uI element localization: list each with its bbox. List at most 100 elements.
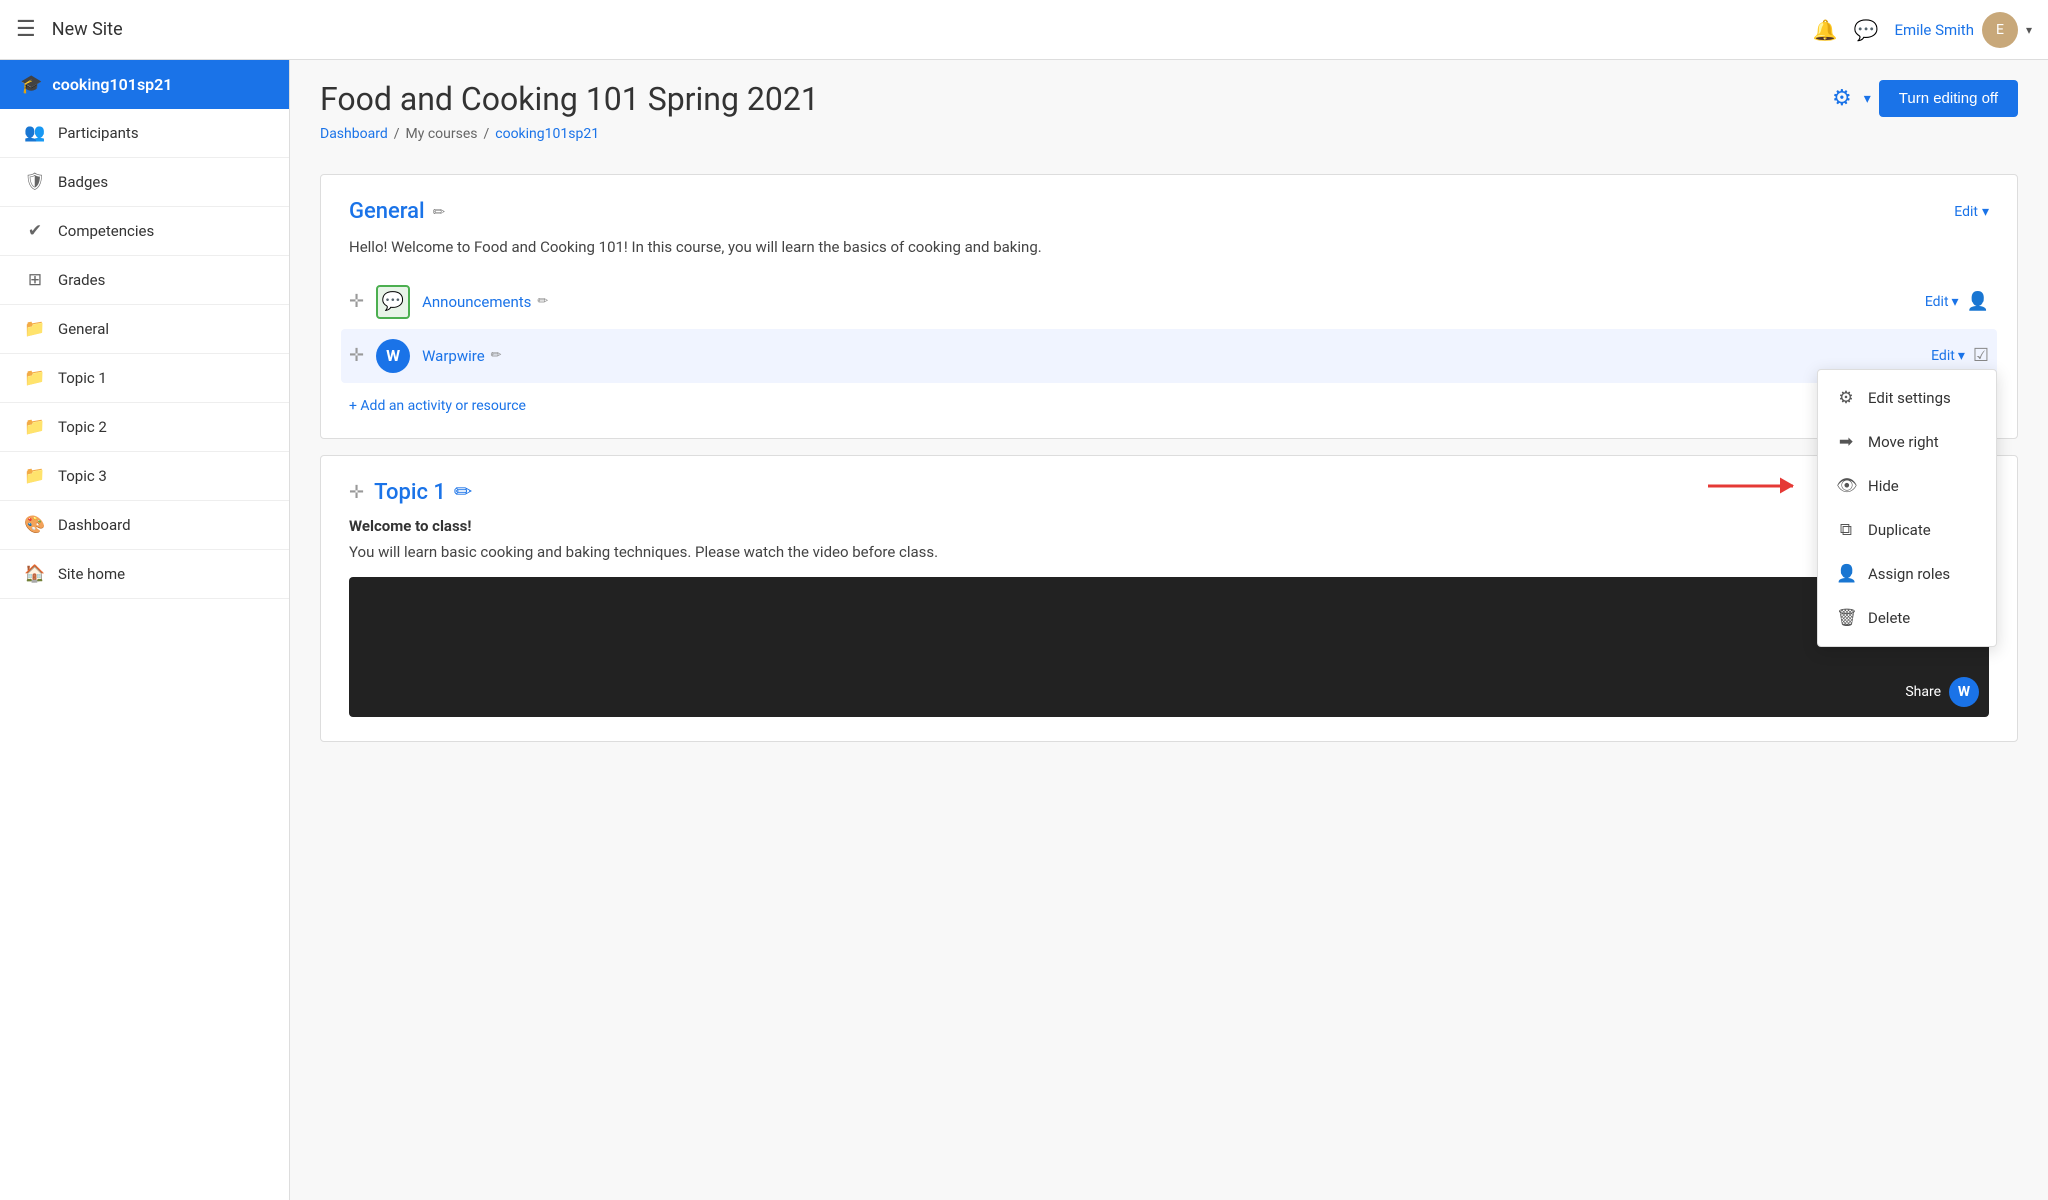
announcements-name[interactable]: Announcements ✏ (422, 293, 1913, 311)
announcements-actions: Edit ▾ 👤 (1925, 291, 1989, 312)
sidebar-item-topic1[interactable]: 📁 Topic 1 (0, 354, 289, 403)
general-title-text: General (349, 199, 425, 224)
topic1-drag-handle[interactable]: ✛ (349, 482, 364, 503)
sidebar-item-label: Topic 3 (58, 467, 107, 485)
notification-icon[interactable]: 🔔 (1813, 18, 1838, 42)
dropdown-duplicate[interactable]: ⧉ Duplicate (1818, 508, 1996, 552)
sidebar-item-competencies[interactable]: ✔ Competencies (0, 207, 289, 256)
announcements-pencil[interactable]: ✏ (537, 294, 548, 309)
share-label: Share (1905, 684, 1941, 700)
warpwire-edit-button[interactable]: Edit ▾ (1931, 348, 1965, 364)
sidebar-item-topic3[interactable]: 📁 Topic 3 (0, 452, 289, 501)
sidebar-item-sitehome[interactable]: 🏠 Site home (0, 550, 289, 599)
add-activity-link[interactable]: + Add an activity or resource (349, 398, 526, 414)
sidebar-item-label: Topic 2 (58, 418, 107, 436)
user-menu[interactable]: Emile Smith E ▾ (1894, 12, 2032, 48)
warpwire-share-icon[interactable]: W (1949, 677, 1979, 707)
breadcrumb-mycourses: My courses (406, 126, 478, 142)
dropdown-edit-settings[interactable]: ⚙ Edit settings (1818, 376, 1996, 420)
warpwire-pencil[interactable]: ✏ (491, 348, 502, 363)
general-folder-icon: 📁 (24, 319, 46, 339)
sidebar-item-label: Site home (58, 565, 125, 583)
sidebar-item-label: Participants (58, 124, 139, 142)
sidebar-item-label: General (58, 320, 109, 338)
topic1-title-pencil[interactable]: ✏ (454, 480, 472, 505)
assign-roles-icon: 👤 (1836, 564, 1856, 584)
breadcrumb: Dashboard / My courses / cooking101sp21 (320, 126, 819, 142)
user-dropdown-arrow[interactable]: ▾ (2026, 23, 2032, 37)
move-right-label: Move right (1868, 433, 1939, 451)
nav-right: 🔔 💬 Emile Smith E ▾ (1813, 12, 2032, 48)
video-share-area: Share W (1905, 677, 1979, 707)
activity-warpwire: ✛ W Warpwire ✏ Edit ▾ ☑ ⚙ (341, 329, 1997, 383)
badges-icon: 🛡 (24, 172, 46, 192)
general-title-pencil[interactable]: ✏ (433, 203, 446, 221)
topic1-title-text: Topic 1 (374, 480, 446, 505)
page-header: Food and Cooking 101 Spring 2021 Dashboa… (320, 80, 2018, 158)
warpwire-actions: Edit ▾ ☑ (1931, 345, 1989, 366)
delete-icon: 🗑 (1836, 608, 1856, 628)
sidebar-item-dashboard[interactable]: 🎨 Dashboard (0, 501, 289, 550)
announcements-drag-handle[interactable]: ✛ (349, 291, 364, 312)
avatar: E (1982, 12, 2018, 48)
gear-dropdown-arrow[interactable]: ▾ (1864, 91, 1871, 107)
hamburger-menu[interactable]: ☰ (16, 17, 36, 42)
hide-label: Hide (1868, 477, 1899, 495)
message-icon[interactable]: 💬 (1854, 18, 1879, 42)
general-section-title: General ✏ (349, 199, 445, 224)
title-area: Food and Cooking 101 Spring 2021 Dashboa… (320, 80, 819, 158)
announcements-person-icon[interactable]: 👤 (1967, 291, 1989, 312)
sidebar-course-name: cooking101sp21 (52, 75, 172, 94)
duplicate-icon: ⧉ (1836, 520, 1856, 540)
topic2-folder-icon: 📁 (24, 417, 46, 437)
dropdown-delete[interactable]: 🗑 Delete (1818, 596, 1996, 640)
warpwire-name[interactable]: Warpwire ✏ (422, 347, 1919, 365)
topic1-header: ✛ Topic 1 ✏ Edit ▾ (349, 480, 1989, 505)
dropdown-hide[interactable]: 👁 Hide (1818, 464, 1996, 508)
warpwire-link[interactable]: Warpwire (422, 347, 485, 365)
general-edit-arrow: ▾ (1982, 204, 1989, 220)
general-edit-label: Edit (1954, 204, 1978, 220)
sidebar-item-grades[interactable]: ⊞ Grades (0, 256, 289, 305)
topic1-title: Topic 1 ✏ (374, 480, 472, 505)
warpwire-check-icon[interactable]: ☑ (1973, 345, 1989, 366)
sidebar-item-general[interactable]: 📁 General (0, 305, 289, 354)
dropdown-move-right[interactable]: ➡ Move right (1818, 420, 1996, 464)
grades-icon: ⊞ (24, 270, 46, 290)
site-title: New Site (52, 19, 123, 40)
topic1-section: ✛ Topic 1 ✏ Edit ▾ Welcome to class! You… (320, 455, 2018, 743)
sidebar-item-label: Grades (58, 271, 105, 289)
general-description: Hello! Welcome to Food and Cooking 101! … (349, 236, 1989, 259)
sidebar: 🎓 cooking101sp21 👥 Participants 🛡 Badges… (0, 60, 290, 1200)
dropdown-assign-roles[interactable]: 👤 Assign roles (1818, 552, 1996, 596)
general-edit-button[interactable]: Edit ▾ (1954, 204, 1989, 220)
hide-icon: 👁 (1836, 476, 1856, 496)
assign-roles-label: Assign roles (1868, 565, 1950, 583)
topic1-video-thumbnail[interactable]: Share W (349, 577, 1989, 717)
breadcrumb-course[interactable]: cooking101sp21 (495, 126, 599, 142)
general-section-header: General ✏ Edit ▾ (349, 199, 1989, 224)
breadcrumb-dashboard[interactable]: Dashboard (320, 126, 388, 142)
sidebar-item-badges[interactable]: 🛡 Badges (0, 158, 289, 207)
move-right-icon: ➡ (1836, 432, 1856, 452)
sidebar-item-label: Competencies (58, 222, 154, 240)
sitehome-icon: 🏠 (24, 564, 46, 584)
sidebar-course-header[interactable]: 🎓 cooking101sp21 (0, 60, 289, 109)
sidebar-item-participants[interactable]: 👥 Participants (0, 109, 289, 158)
top-navigation: ☰ New Site 🔔 💬 Emile Smith E ▾ (0, 0, 2048, 60)
dashboard-icon: 🎨 (24, 515, 46, 535)
course-icon: 🎓 (20, 74, 42, 95)
edit-settings-icon: ⚙ (1836, 388, 1856, 408)
breadcrumb-sep2: / (483, 126, 489, 142)
turn-editing-button[interactable]: Turn editing off (1879, 80, 2018, 117)
page-title: Food and Cooking 101 Spring 2021 (320, 80, 819, 118)
warpwire-drag-handle[interactable]: ✛ (349, 345, 364, 366)
warpwire-dropdown-menu: ⚙ Edit settings ➡ Move right (1817, 369, 1997, 647)
competencies-icon: ✔ (24, 221, 46, 241)
gear-icon[interactable]: ⚙ (1832, 86, 1852, 111)
sidebar-item-label: Badges (58, 173, 108, 191)
announcements-edit-button[interactable]: Edit ▾ (1925, 294, 1959, 310)
sidebar-item-topic2[interactable]: 📁 Topic 2 (0, 403, 289, 452)
announcements-link[interactable]: Announcements (422, 293, 531, 311)
add-resource-container: + Add an activity or resource (349, 395, 1989, 414)
